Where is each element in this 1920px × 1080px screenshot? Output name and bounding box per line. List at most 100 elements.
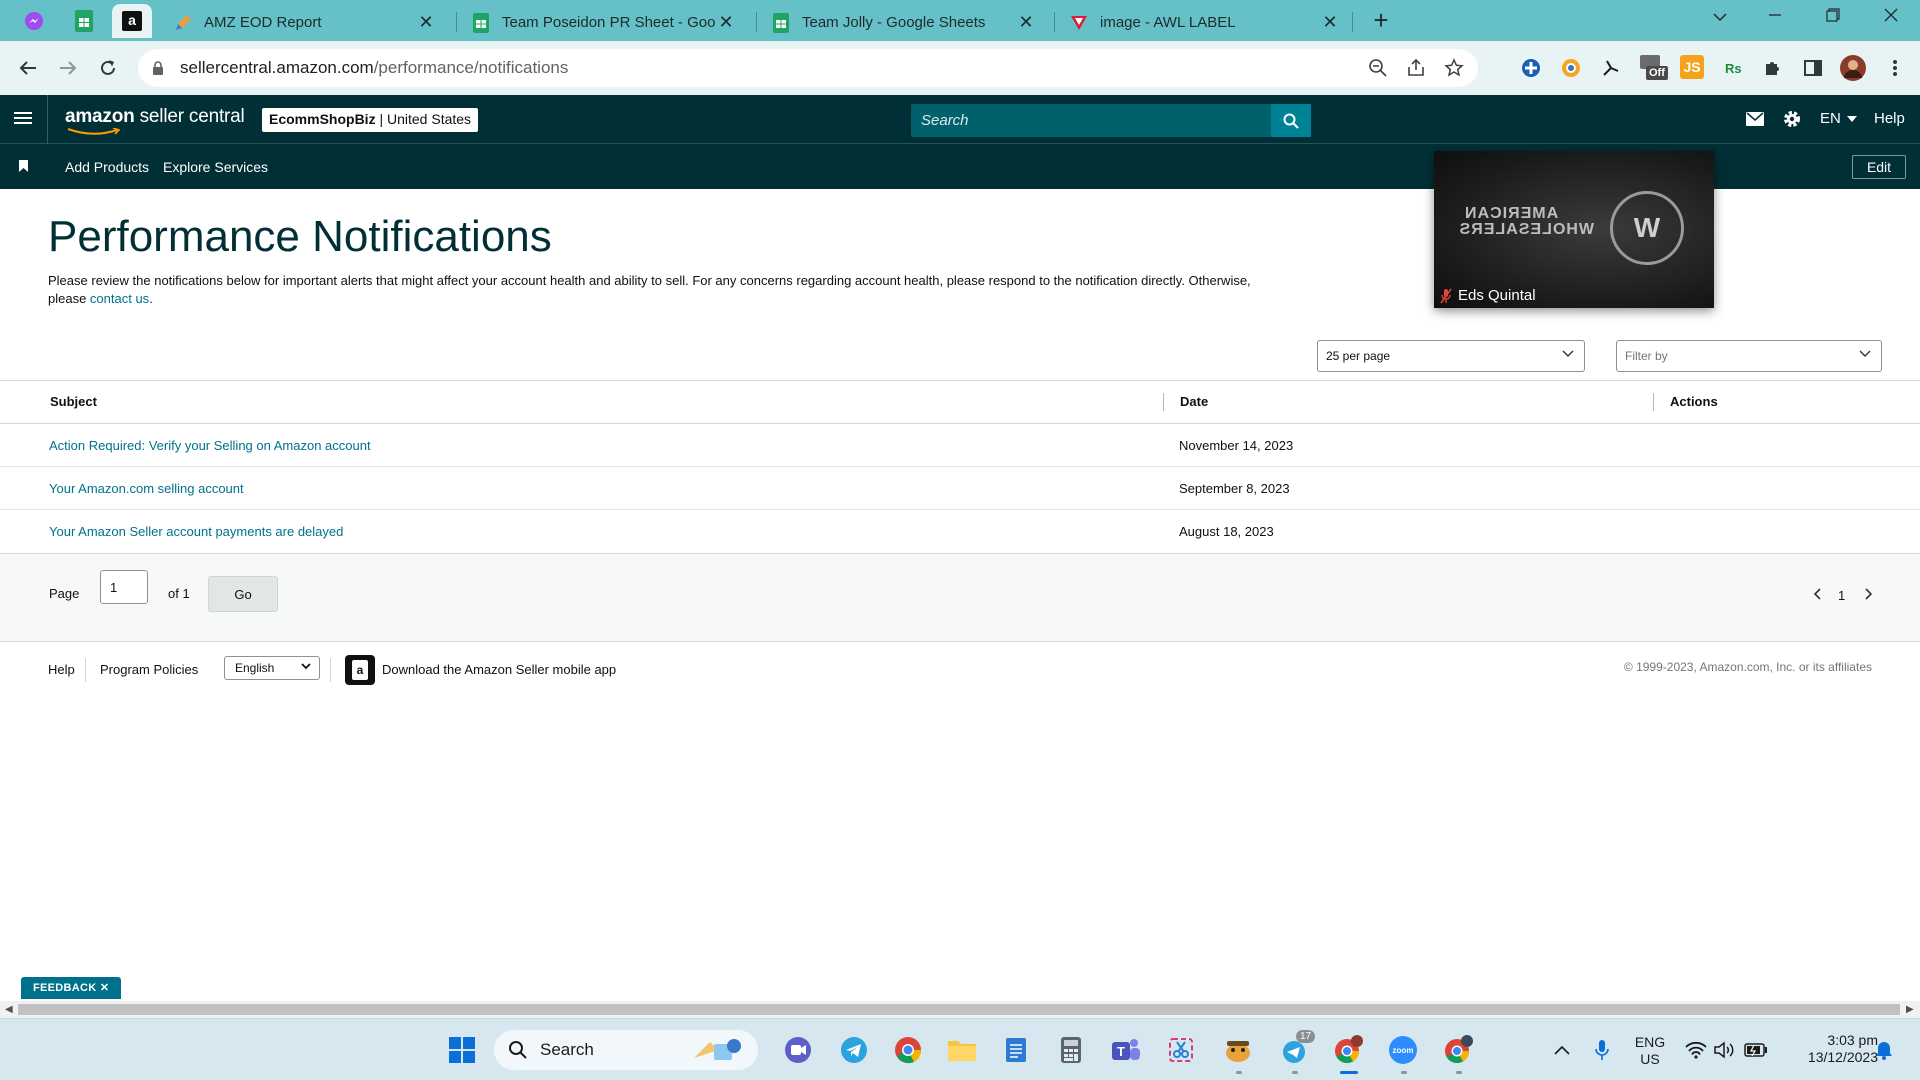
account-switcher[interactable]: EcommShopBiz | United States	[262, 108, 479, 132]
new-tab-button[interactable]: +	[1368, 7, 1394, 34]
help-link[interactable]: Help	[1874, 110, 1905, 127]
settings-gear-icon[interactable]	[1782, 109, 1802, 129]
amazon-active-tab[interactable]: a	[112, 4, 152, 38]
tab-team-jolly[interactable]: Team Jolly - Google Sheets ✕	[758, 4, 1048, 41]
page-number-input[interactable]	[100, 570, 148, 604]
close-tab-icon[interactable]: ✕	[716, 12, 736, 33]
clock[interactable]: 3:03 pm 13/12/2023	[1782, 1032, 1878, 1066]
go-button[interactable]: Go	[208, 576, 278, 612]
nav-explore-services[interactable]: Explore Services	[163, 159, 268, 175]
search-highlight-icon	[694, 1039, 741, 1060]
column-subject[interactable]: Subject	[50, 394, 97, 409]
chrome-icon[interactable]	[892, 1034, 924, 1066]
language-selector[interactable]: EN	[1820, 110, 1858, 127]
extensions-puzzle-icon[interactable]	[1760, 55, 1786, 81]
page-description: Please review the notifications below fo…	[48, 273, 1251, 306]
show-hidden-icons-icon[interactable]	[1546, 1034, 1578, 1066]
sheets-pinned-tab[interactable]	[64, 4, 104, 38]
input-language-indicator[interactable]: ENG US	[1630, 1034, 1670, 1068]
restore-icon[interactable]	[1813, 6, 1853, 34]
windows-start-icon[interactable]	[446, 1034, 478, 1066]
close-window-icon[interactable]	[1871, 6, 1911, 34]
extension-js-icon[interactable]: JS	[1680, 55, 1704, 79]
tab-search-icon[interactable]	[1700, 6, 1740, 34]
footer-help-link[interactable]: Help	[48, 662, 75, 677]
forward-icon[interactable]	[54, 54, 82, 82]
horizontal-scrollbar[interactable]: ◀ ▶	[0, 1001, 1920, 1018]
bookmark-star-icon[interactable]	[1444, 58, 1464, 83]
teams-icon[interactable]: T	[1110, 1034, 1142, 1066]
lock-icon	[152, 60, 168, 76]
chrome-profile-icon[interactable]	[1332, 1034, 1364, 1066]
chrome-profile-2-icon[interactable]	[1442, 1034, 1474, 1066]
browser-menu-icon[interactable]	[1882, 55, 1908, 81]
search-button[interactable]	[1271, 104, 1311, 137]
zoom-icon[interactable]	[1368, 58, 1388, 83]
notification-subject-link[interactable]: Your Amazon Seller account payments are …	[49, 524, 343, 539]
share-icon[interactable]	[1406, 58, 1426, 83]
filter-by-select[interactable]: Filter by	[1616, 340, 1882, 372]
scrollbar-thumb[interactable]	[18, 1004, 1900, 1015]
bookmark-icon[interactable]	[19, 160, 28, 172]
extension-blue-icon[interactable]	[1518, 55, 1544, 81]
zoom-icon[interactable]: zoom	[1387, 1034, 1419, 1066]
volume-icon[interactable]	[1708, 1034, 1740, 1066]
column-date[interactable]: Date	[1180, 394, 1208, 409]
reload-icon[interactable]	[94, 54, 122, 82]
back-icon[interactable]	[14, 54, 42, 82]
edit-nav-button[interactable]: Edit	[1852, 155, 1906, 179]
video-logo-text: AMERICAN WHOLESALERS	[1458, 205, 1594, 238]
tab-amz-eod-report[interactable]: AMZ EOD Report ✕	[160, 4, 448, 41]
amazon-seller-app-icon[interactable]: a	[345, 655, 375, 685]
hamster-app-icon[interactable]	[1222, 1034, 1254, 1066]
nav-add-products[interactable]: Add Products	[65, 159, 149, 175]
close-tab-icon[interactable]: ✕	[416, 12, 436, 33]
footer-program-policies-link[interactable]: Program Policies	[100, 662, 198, 677]
telegram-icon[interactable]	[838, 1034, 870, 1066]
seller-central-header: amazon seller central EcommShopBiz | Uni…	[0, 95, 1920, 144]
contact-us-link[interactable]: contact us	[90, 291, 149, 306]
download-mobile-app-link[interactable]: Download the Amazon Seller mobile app	[382, 662, 616, 677]
profile-avatar[interactable]	[1840, 55, 1866, 81]
taskbar-search[interactable]: Search	[494, 1030, 758, 1070]
footer-language-select[interactable]: English	[224, 656, 320, 680]
telegram-badge-icon[interactable]: 17	[1278, 1030, 1316, 1066]
search-icon	[509, 1041, 527, 1059]
notification-subject-link[interactable]: Action Required: Verify your Selling on …	[49, 438, 371, 453]
messenger-pinned-tab[interactable]	[14, 4, 54, 38]
scroll-right-icon[interactable]: ▶	[1906, 1004, 1914, 1015]
extension-off-icon[interactable]: Off	[1640, 55, 1674, 81]
close-tab-icon[interactable]: ✕	[1320, 12, 1340, 33]
feedback-button[interactable]: FEEDBACK ✕	[21, 977, 122, 999]
previous-page-icon[interactable]	[1813, 588, 1822, 603]
video-call-overlay[interactable]: AMERICAN WHOLESALERS W Eds Quintal	[1434, 151, 1714, 308]
address-bar[interactable]: sellercentral.amazon.com/performance/not…	[138, 49, 1478, 87]
meet-now-icon[interactable]	[782, 1034, 814, 1066]
next-page-icon[interactable]	[1864, 588, 1873, 603]
file-explorer-icon[interactable]	[946, 1034, 978, 1066]
hamburger-menu-icon[interactable]	[14, 109, 32, 127]
tab-team-poseidon[interactable]: Team Poseidon PR Sheet - Goog ✕	[458, 4, 748, 41]
scroll-left-icon[interactable]: ◀	[5, 1004, 13, 1015]
microphone-icon[interactable]	[1586, 1034, 1618, 1066]
amazon-icon: a	[122, 11, 142, 31]
notification-subject-link[interactable]: Your Amazon.com selling account	[49, 481, 244, 496]
svg-text:a: a	[128, 12, 136, 28]
extension-orange-icon[interactable]	[1558, 55, 1584, 81]
per-page-select[interactable]: 25 per page	[1317, 340, 1585, 372]
calculator-icon[interactable]	[1055, 1034, 1087, 1066]
extension-rs-icon[interactable]: Rs	[1720, 55, 1746, 81]
search-input[interactable]	[911, 104, 1271, 137]
notification-date: November 14, 2023	[1179, 438, 1294, 453]
seller-central-logo[interactable]: amazon seller central	[65, 106, 245, 135]
close-tab-icon[interactable]: ✕	[1016, 12, 1036, 33]
extension-arrow-icon[interactable]	[1598, 55, 1624, 81]
minimize-icon[interactable]	[1755, 6, 1795, 34]
side-panel-icon[interactable]	[1800, 55, 1826, 81]
battery-icon[interactable]	[1740, 1034, 1772, 1066]
notepad-icon[interactable]	[1000, 1034, 1032, 1066]
snipping-tool-icon[interactable]	[1165, 1034, 1197, 1066]
mail-icon[interactable]	[1745, 109, 1765, 129]
notification-bell-icon[interactable]	[1868, 1034, 1900, 1066]
tab-awl-label[interactable]: image - AWL LABEL ✕	[1056, 4, 1352, 41]
